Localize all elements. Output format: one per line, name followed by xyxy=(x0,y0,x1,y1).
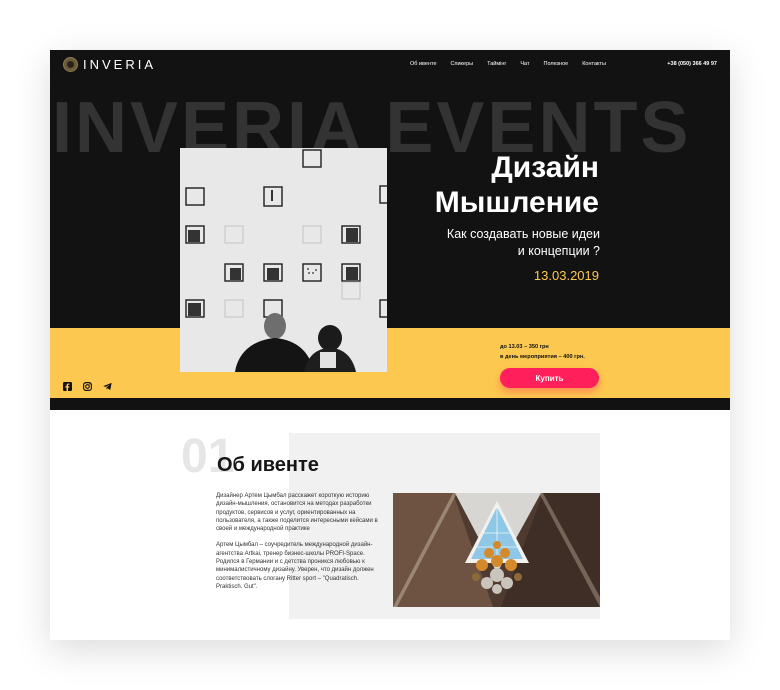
hero-yellow-band xyxy=(50,328,730,398)
main-nav: Об ивенте Спикеры Таймінг Чат Полезное К… xyxy=(410,61,606,67)
hero-subtitle-line-2: и концепции ? xyxy=(517,244,600,258)
about-text: Дизайнер Артем Цымбал расскажет короткую… xyxy=(216,492,381,599)
about-title: Об ивенте xyxy=(217,454,319,476)
hero-title-line-1: Дизайн xyxy=(491,151,599,184)
social-links xyxy=(63,378,112,391)
hero-bottom-strip xyxy=(50,398,730,410)
nav-item-about[interactable]: Об ивенте xyxy=(410,61,437,67)
logo-text: INVERIA xyxy=(83,57,157,72)
price-day: в день мероприятия – 400 грн. xyxy=(500,354,585,360)
about-ceiling-photo xyxy=(393,493,600,607)
nav-item-contacts[interactable]: Контакты xyxy=(582,61,606,67)
hero-subtitle: Как создавать новые идеи и концепции ? xyxy=(400,226,600,260)
logo-mark-icon xyxy=(63,57,78,72)
landing-page: INVERIA EVENTS INVERIA Об ивенте Спикеры… xyxy=(50,50,730,640)
hero-title-line-2: Мышление xyxy=(434,186,599,219)
instagram-icon[interactable] xyxy=(83,378,92,391)
nav-item-chat[interactable]: Чат xyxy=(520,61,529,67)
hero-section: INVERIA EVENTS INVERIA Об ивенте Спикеры… xyxy=(50,50,730,410)
ticket-prices: до 13.03 – 350 грн в день мероприятия – … xyxy=(500,342,585,362)
nav-item-speakers[interactable]: Спикеры xyxy=(451,61,474,67)
phone-number[interactable]: +38 (050) 366 49 97 xyxy=(667,61,717,67)
telegram-icon[interactable] xyxy=(103,378,112,391)
about-paragraph-2: Артем Цымбал – соучредитель международно… xyxy=(216,542,374,590)
logo[interactable]: INVERIA xyxy=(63,57,156,72)
hero-gallery-photo xyxy=(180,148,387,372)
about-paragraph-1: Дизайнер Артем Цымбал расскажет короткую… xyxy=(216,493,378,533)
facebook-icon[interactable] xyxy=(63,378,72,391)
price-early: до 13.03 – 350 грн xyxy=(500,344,549,350)
nav-item-useful[interactable]: Полезное xyxy=(544,61,569,67)
nav-item-timing[interactable]: Таймінг xyxy=(487,61,506,67)
buy-button[interactable]: Купить xyxy=(500,368,599,388)
hero-title: Дизайн Мышление xyxy=(435,150,599,220)
event-date: 13.03.2019 xyxy=(533,268,599,283)
hero-subtitle-line-1: Как создавать новые идеи xyxy=(446,227,600,241)
